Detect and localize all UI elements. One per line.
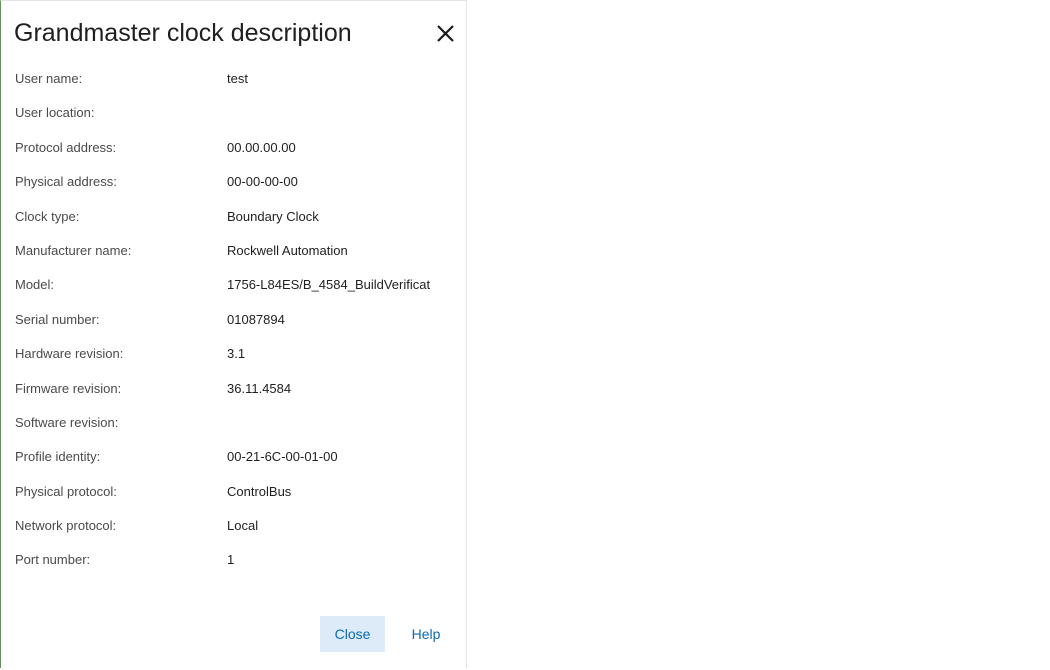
- field-label: Physical protocol:: [15, 483, 117, 499]
- field-row-user-name: User name: test: [15, 66, 455, 100]
- field-row-protocol-address: Protocol address: 00.00.00.00: [15, 135, 455, 169]
- field-row-clock-type: Clock type: Boundary Clock: [15, 204, 455, 238]
- field-value: 00-21-6C-00-01-00: [227, 449, 338, 465]
- field-row-physical-address: Physical address: 00-00-00-00: [15, 169, 455, 203]
- field-row-software-revision: Software revision:: [15, 410, 455, 444]
- close-icon[interactable]: [433, 21, 459, 47]
- field-value: Rockwell Automation: [227, 242, 348, 258]
- field-label: Manufacturer name:: [15, 242, 132, 258]
- field-value: 1756-L84ES/B_4584_BuildVerificat: [227, 277, 431, 293]
- field-value: ControlBus: [227, 483, 292, 499]
- field-label: Protocol address:: [15, 139, 117, 155]
- field-row-physical-protocol: Physical protocol: ControlBus: [15, 479, 455, 513]
- field-value: 00.00.00.00: [227, 139, 296, 155]
- field-value: Boundary Clock: [227, 208, 319, 224]
- field-label: Hardware revision:: [15, 346, 124, 362]
- close-button[interactable]: Close: [320, 616, 385, 652]
- field-value: 00-00-00-00: [227, 174, 298, 190]
- dialog-title: Grandmaster clock description: [14, 19, 352, 47]
- field-value: 01087894: [227, 311, 285, 327]
- field-label: Firmware revision:: [15, 380, 122, 396]
- field-label: Model:: [15, 277, 55, 293]
- field-value: 3.1: [227, 346, 246, 362]
- field-row-manufacturer-name: Manufacturer name: Rockwell Automation: [15, 238, 455, 272]
- help-button[interactable]: Help: [394, 616, 458, 652]
- field-value: test: [227, 71, 248, 86]
- field-label: Software revision:: [15, 414, 119, 430]
- field-label: Profile identity:: [15, 449, 101, 465]
- field-row-network-protocol: Network protocol: Local: [15, 513, 455, 547]
- field-label: Physical address:: [15, 174, 117, 190]
- field-label: User name:: [15, 71, 83, 86]
- field-label: Port number:: [15, 552, 91, 568]
- grandmaster-clock-dialog: Grandmaster clock description User name:…: [0, 0, 467, 668]
- field-row-serial-number: Serial number: 01087894: [15, 307, 455, 341]
- field-row-hardware-revision: Hardware revision: 3.1: [15, 341, 455, 375]
- field-row-user-location: User location:: [15, 100, 455, 134]
- field-label: Serial number:: [15, 311, 100, 327]
- field-row-port-number: Port number: 1: [15, 547, 455, 581]
- field-list: User name: test User location: Protocol …: [15, 66, 455, 582]
- field-row-model: Model: 1756-L84ES/B_4584_BuildVerificat: [15, 272, 455, 306]
- field-label: User location:: [15, 105, 95, 121]
- field-row-firmware-revision: Firmware revision: 36.11.4584: [15, 376, 455, 410]
- field-label: Clock type:: [15, 208, 80, 224]
- close-icon-svg: [437, 25, 454, 42]
- field-label: Network protocol:: [15, 518, 117, 534]
- field-value: Local: [227, 518, 259, 534]
- field-value: 36.11.4584: [227, 380, 292, 396]
- field-value: 1: [227, 552, 235, 568]
- field-row-profile-identity: Profile identity: 00-21-6C-00-01-00: [15, 444, 455, 478]
